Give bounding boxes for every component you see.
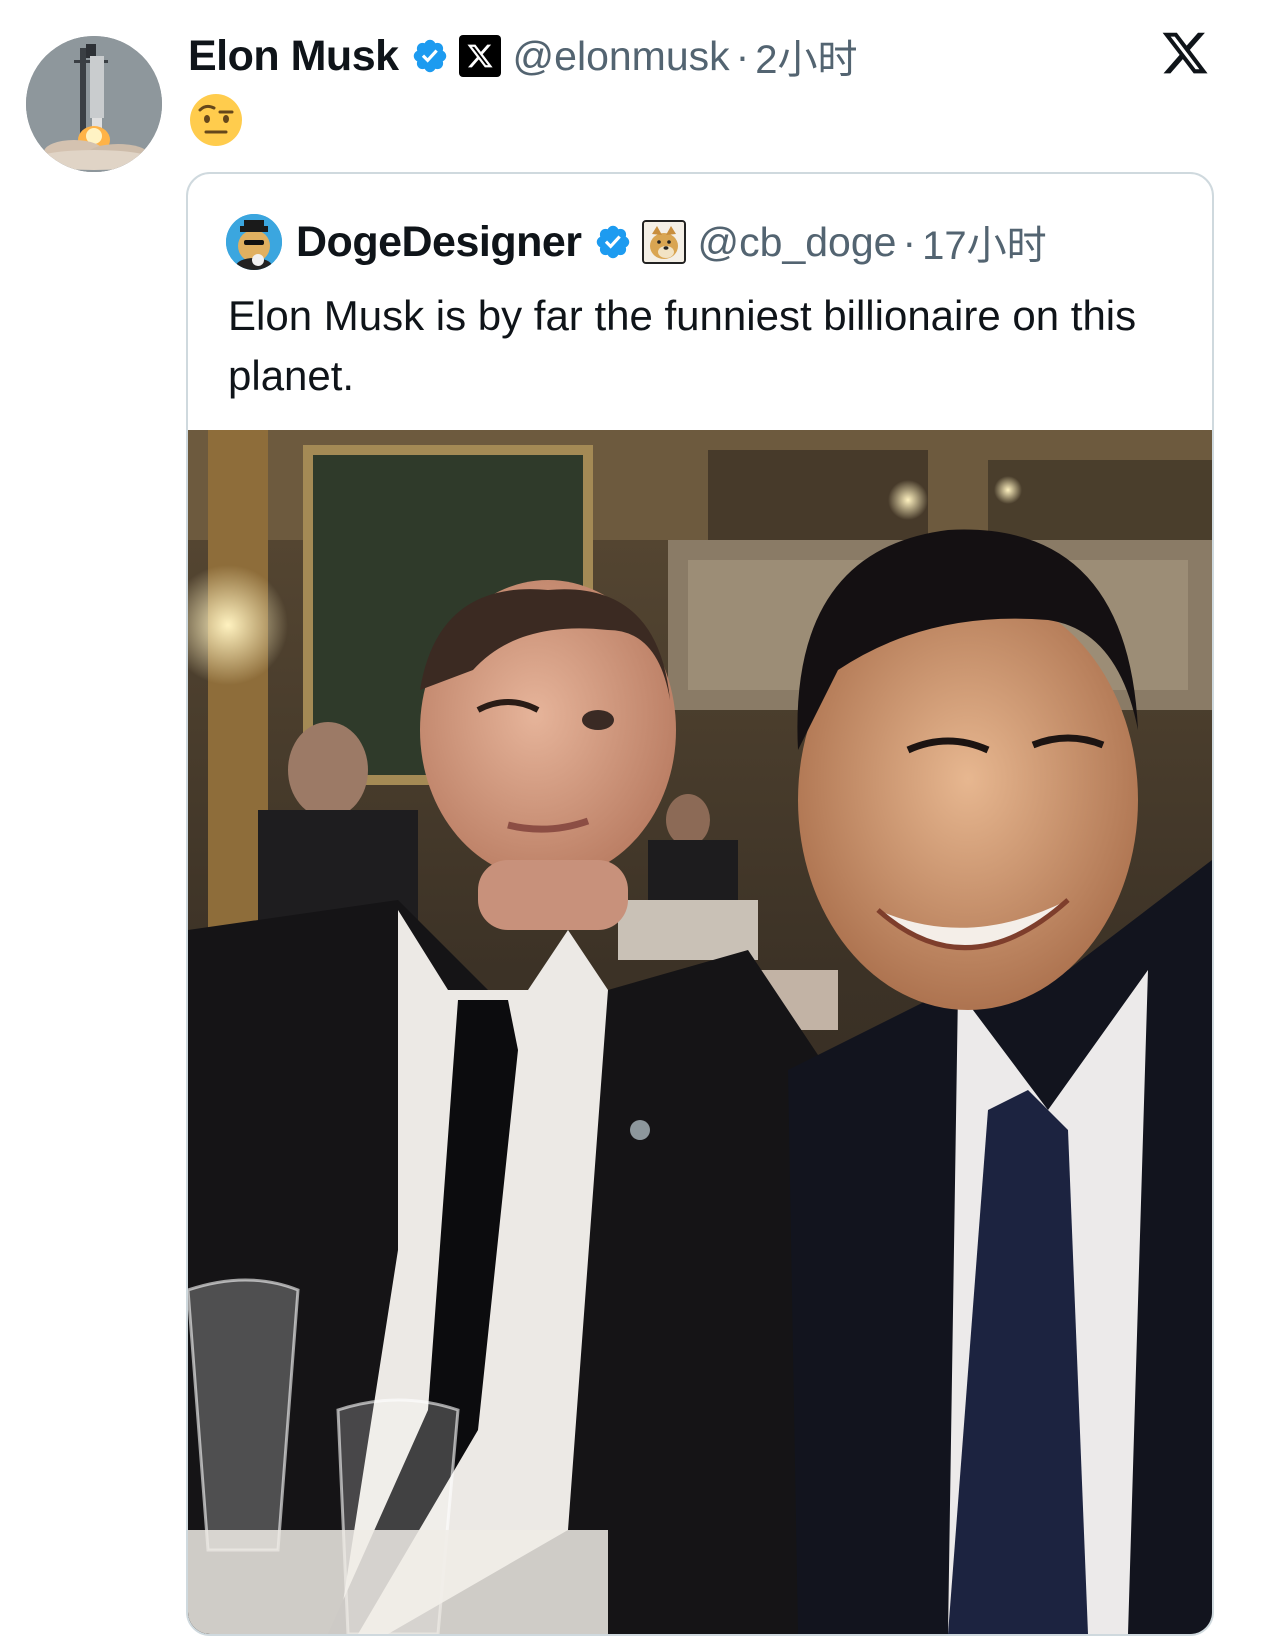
post-text: 🤨 — [188, 92, 244, 153]
quoted-post-time[interactable]: 17小时 — [922, 213, 1047, 271]
quoted-author-name[interactable]: DogeDesigner — [296, 218, 582, 267]
quoted-author-avatar[interactable] — [226, 214, 282, 270]
author-name[interactable]: Elon Musk — [188, 32, 399, 81]
author-avatar[interactable] — [26, 36, 162, 172]
quoted-post-card[interactable]: DogeDesigner @cb_doge · 17小时 Elon Musk i… — [186, 172, 1214, 1636]
quoted-author-handle[interactable]: @cb_doge — [698, 219, 897, 266]
x-affiliate-icon — [458, 35, 501, 77]
quoted-post-header: DogeDesigner @cb_doge · 17小时 — [226, 214, 1047, 270]
rocket-launch-image — [26, 36, 162, 172]
doge-avatar-image — [226, 214, 282, 270]
post-header: Elon Musk @elonmusk · 2小时 — [188, 28, 858, 84]
post-time[interactable]: 2小时 — [755, 27, 857, 85]
x-logo-icon — [1162, 32, 1208, 74]
quoted-post-photo[interactable] — [188, 430, 1212, 1634]
verified-badge-icon — [413, 39, 446, 73]
separator-dot: · — [735, 32, 750, 79]
quoted-post-text: Elon Musk is by far the funniest billion… — [228, 292, 1137, 399]
raised-eyebrow-emoji — [190, 94, 242, 146]
author-handle[interactable]: @elonmusk — [513, 33, 730, 80]
separator-dot: · — [902, 218, 917, 265]
verified-badge-icon — [596, 225, 629, 259]
doge-affiliate-icon — [641, 220, 686, 264]
